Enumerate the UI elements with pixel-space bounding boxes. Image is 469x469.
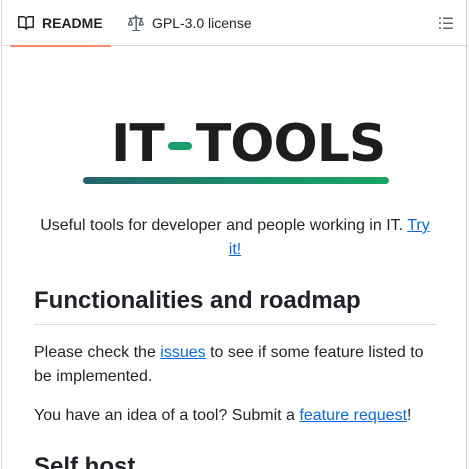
heading-functionalities: Functionalities and roadmap (34, 286, 437, 325)
law-scale-icon (128, 15, 144, 31)
tab-readme-label: README (42, 15, 103, 31)
feature-request-link[interactable]: feature request (299, 407, 407, 424)
it-tools-logo: IT TOOLS (83, 112, 389, 192)
heading-self-host: Self host (34, 453, 136, 469)
logo-underline-bar (83, 177, 389, 184)
logo-text-tools: TOOLS (195, 114, 386, 174)
logo-text-it: IT (111, 114, 165, 174)
intro-paragraph: Useful tools for developer and people wo… (34, 214, 436, 262)
p2-text-after: ! (407, 407, 412, 424)
feature-request-paragraph: You have an idea of a tool? Submit a fea… (34, 404, 434, 428)
table-of-contents-button[interactable] (438, 15, 454, 31)
intro-text: Useful tools for developer and people wo… (40, 217, 408, 234)
issues-link[interactable]: issues (160, 344, 205, 361)
logo-dash (167, 142, 192, 150)
tab-license-label: GPL-3.0 license (152, 15, 252, 31)
list-unordered-icon (438, 17, 454, 35)
book-icon (18, 15, 34, 31)
p2-text-before: You have an idea of a tool? Submit a (34, 407, 300, 424)
p1-text-before: Please check the (34, 344, 161, 361)
tab-license[interactable]: GPL-3.0 license (128, 0, 252, 46)
issues-paragraph: Please check the issues to see if some f… (34, 341, 434, 389)
tab-readme[interactable]: README (10, 0, 111, 47)
logo-wordmark: IT TOOLS (111, 112, 386, 176)
readme-tab-bar: README GPL-3.0 license (2, 0, 468, 47)
